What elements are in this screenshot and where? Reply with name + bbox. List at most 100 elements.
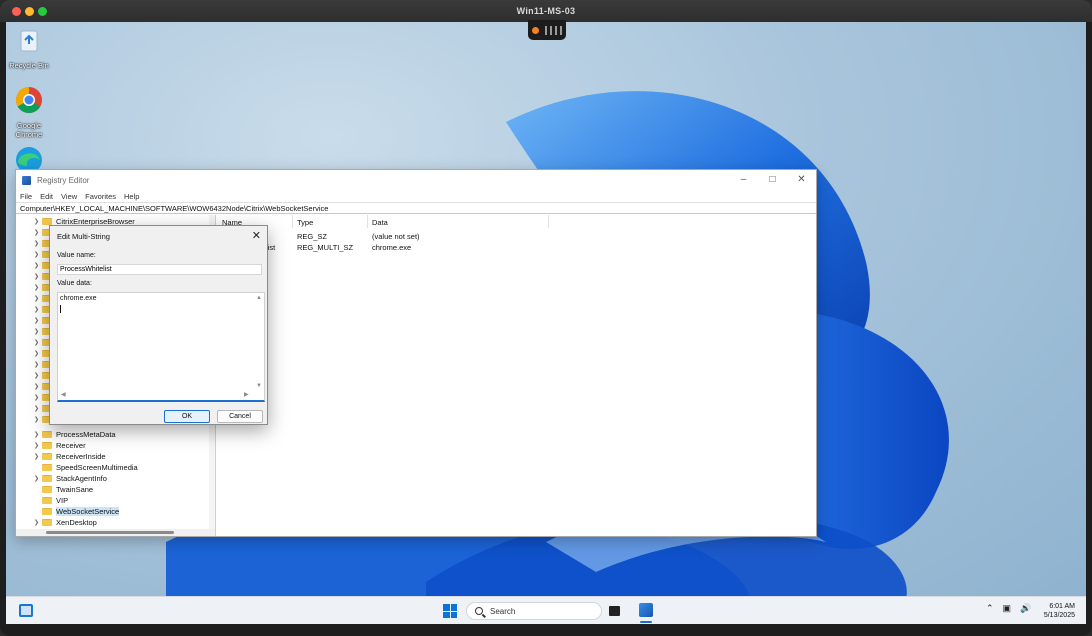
chevron-right-icon[interactable]: ❯ (34, 372, 42, 379)
tree-item-receiver[interactable]: ❯ Receiver (34, 440, 86, 451)
maximize-window-button[interactable] (38, 7, 47, 16)
chrome-icon (15, 86, 42, 114)
tree-item-processmetadata[interactable]: ❯ ProcessMetaData (34, 429, 116, 440)
chevron-right-icon[interactable]: ❯ (34, 229, 42, 236)
minimize-icon[interactable]: – (729, 170, 758, 188)
address-bar[interactable]: Computer\HKEY_LOCAL_MACHINE\SOFTWARE\WOW… (16, 202, 816, 214)
textarea-vertical-scrollbar[interactable]: ▲ ▼ (254, 293, 264, 393)
textarea-horizontal-scrollbar[interactable]: ◀ ▶ (58, 390, 256, 400)
desktop: Recycle Bin Google Chrome Registry Edito… (6, 22, 1086, 596)
host-window-title: Win11-MS-03 (516, 6, 576, 16)
value-type: REG_MULTI_SZ (297, 243, 354, 252)
scrollbar-thumb[interactable] (46, 531, 174, 534)
value-row-default[interactable]: REG_SZ (value not set) (216, 231, 816, 242)
maximize-icon[interactable]: □ (758, 170, 787, 188)
widgets-icon[interactable] (19, 604, 33, 617)
chevron-up-icon[interactable]: ⌃ (986, 603, 994, 614)
tree-item-receiverinside[interactable]: ❯ ReceiverInside (34, 451, 106, 462)
registry-editor-titlebar: Registry Editor – □ ✕ (16, 170, 816, 190)
taskbar: Search ⌃ ▣ 🔊 6:01 AM 5/13/2025 (6, 596, 1086, 624)
folder-icon (42, 453, 52, 460)
value-data-label: Value data: (57, 280, 92, 287)
column-header-data[interactable]: Data (372, 218, 388, 227)
scroll-right-icon[interactable]: ▶ (244, 391, 249, 398)
folder-icon (42, 519, 52, 526)
folder-icon (42, 218, 52, 225)
desktop-icon-label: Google Chrome (15, 121, 43, 139)
chevron-right-icon[interactable]: ❯ (34, 262, 42, 269)
chevron-right-icon[interactable]: ❯ (34, 405, 42, 412)
chevron-right-icon[interactable]: ❯ (34, 453, 42, 460)
tree-horizontal-scrollbar[interactable] (16, 529, 215, 536)
ok-button[interactable]: OK (164, 410, 210, 423)
task-view-icon[interactable] (609, 606, 620, 616)
chevron-right-icon[interactable]: ❯ (34, 251, 42, 258)
network-icon[interactable]: ▣ (1003, 603, 1012, 614)
host-titlebar: Win11-MS-03 (0, 0, 1092, 22)
tree-item-stackagentinfo[interactable]: ❯ StackAgentInfo (34, 473, 107, 484)
minimize-window-button[interactable] (25, 7, 34, 16)
chevron-right-icon[interactable]: ❯ (34, 350, 42, 357)
close-icon[interactable]: ✕ (787, 170, 816, 188)
menu-edit[interactable]: Edit (40, 192, 53, 201)
values-list: Name Type Data REG_SZ (value not set) hi… (216, 215, 816, 536)
tree-item-speedscreenmultimedia[interactable]: SpeedScreenMultimedia (34, 462, 138, 473)
chevron-right-icon[interactable]: ❯ (34, 383, 42, 390)
value-data: chrome.exe (372, 243, 412, 252)
chevron-right-icon[interactable]: ❯ (34, 416, 42, 423)
text-caret (60, 305, 61, 313)
folder-icon (42, 508, 52, 515)
chevron-right-icon[interactable]: ❯ (34, 339, 42, 346)
volume-icon[interactable]: 🔊 (1020, 603, 1031, 614)
menu-bar: File Edit View Favorites Help (16, 190, 816, 202)
column-header-type[interactable]: Type (297, 218, 313, 227)
chevron-right-icon[interactable]: ❯ (34, 431, 42, 438)
value-data: (value not set) (372, 232, 420, 241)
chevron-right-icon[interactable]: ❯ (34, 218, 42, 225)
registry-editor-icon (22, 175, 31, 185)
chevron-right-icon[interactable]: ❯ (34, 317, 42, 324)
chevron-right-icon[interactable]: ❯ (34, 273, 42, 280)
chevron-right-icon[interactable]: ❯ (34, 306, 42, 313)
menu-help[interactable]: Help (124, 192, 139, 201)
close-window-button[interactable] (12, 7, 21, 16)
clock-time: 6:01 AM (1049, 603, 1075, 610)
recycle-bin-icon (20, 30, 38, 52)
tree-item-twainsane[interactable]: TwainSane (34, 484, 93, 495)
value-row-processwhitelist[interactable]: hitelist REG_MULTI_SZ chrome.exe (216, 242, 816, 253)
chevron-right-icon[interactable]: ❯ (34, 442, 42, 449)
tree-item-xendesktop[interactable]: ❯ XenDesktop (34, 517, 97, 528)
system-tray: ⌃ ▣ 🔊 (986, 603, 1031, 614)
desktop-icon-recycle-bin[interactable]: Recycle Bin (6, 26, 52, 70)
chevron-right-icon[interactable]: ❯ (34, 284, 42, 291)
close-icon[interactable]: ✕ (252, 229, 261, 242)
scroll-up-icon[interactable]: ▲ (256, 295, 262, 301)
taskbar-search[interactable]: Search (466, 602, 602, 620)
value-data-textarea[interactable]: chrome.exe ▲ ▼ ◀ ▶ (57, 292, 265, 402)
desktop-icon-label: Recycle Bin (9, 61, 49, 70)
value-name-field[interactable]: ProcessWhitelist (57, 264, 262, 275)
folder-icon (42, 486, 52, 493)
chevron-right-icon[interactable]: ❯ (34, 328, 42, 335)
scroll-down-icon[interactable]: ▼ (256, 383, 262, 389)
values-header: Name Type Data (216, 215, 816, 229)
folder-icon (42, 442, 52, 449)
tree-item-websocketservice[interactable]: WebSocketService (34, 506, 120, 517)
chevron-right-icon[interactable]: ❯ (34, 295, 42, 302)
menu-favorites[interactable]: Favorites (85, 192, 116, 201)
chevron-right-icon[interactable]: ❯ (34, 361, 42, 368)
cancel-button[interactable]: Cancel (217, 410, 263, 423)
chevron-right-icon[interactable]: ❯ (34, 475, 42, 482)
registry-editor-taskbar-icon[interactable] (639, 603, 653, 617)
scroll-left-icon[interactable]: ◀ (61, 391, 66, 398)
desktop-icon-google-chrome[interactable]: Google Chrome (6, 86, 52, 139)
value-name-label: Value name: (57, 252, 96, 259)
clock[interactable]: 6:01 AM 5/13/2025 (1044, 602, 1075, 620)
menu-view[interactable]: View (61, 192, 77, 201)
chevron-right-icon[interactable]: ❯ (34, 394, 42, 401)
chevron-right-icon[interactable]: ❯ (34, 519, 42, 526)
chevron-right-icon[interactable]: ❯ (34, 240, 42, 247)
menu-file[interactable]: File (20, 192, 32, 201)
tree-item-vip[interactable]: VIP (34, 495, 68, 506)
start-button[interactable] (443, 604, 457, 618)
